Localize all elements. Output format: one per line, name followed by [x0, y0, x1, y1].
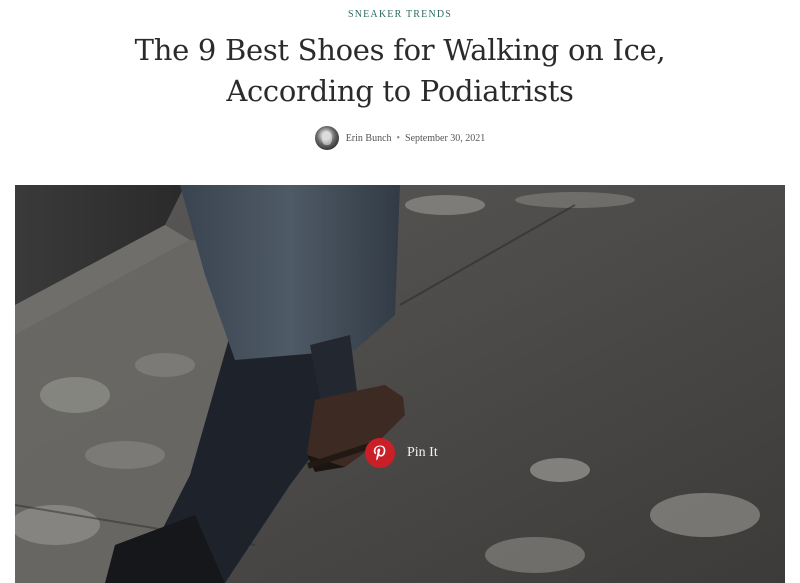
- article-category[interactable]: SNEAKER TRENDS: [0, 9, 800, 20]
- page-title: The 9 Best Shoes for Walking on Ice, Acc…: [134, 33, 666, 108]
- byline-separator: •: [396, 132, 401, 144]
- pinterest-icon[interactable]: [365, 438, 395, 468]
- avatar[interactable]: [314, 126, 339, 150]
- pin-it-label[interactable]: Pin It: [407, 445, 438, 461]
- publish-date: September 30, 2021: [405, 132, 486, 144]
- hero-image: Pin It: [15, 185, 785, 583]
- hero-photo: [15, 185, 785, 583]
- pin-it-button[interactable]: Pin It: [365, 438, 438, 468]
- author-name[interactable]: Erin Bunch: [346, 133, 392, 144]
- byline: Erin Bunch • September 30, 2021: [0, 126, 800, 150]
